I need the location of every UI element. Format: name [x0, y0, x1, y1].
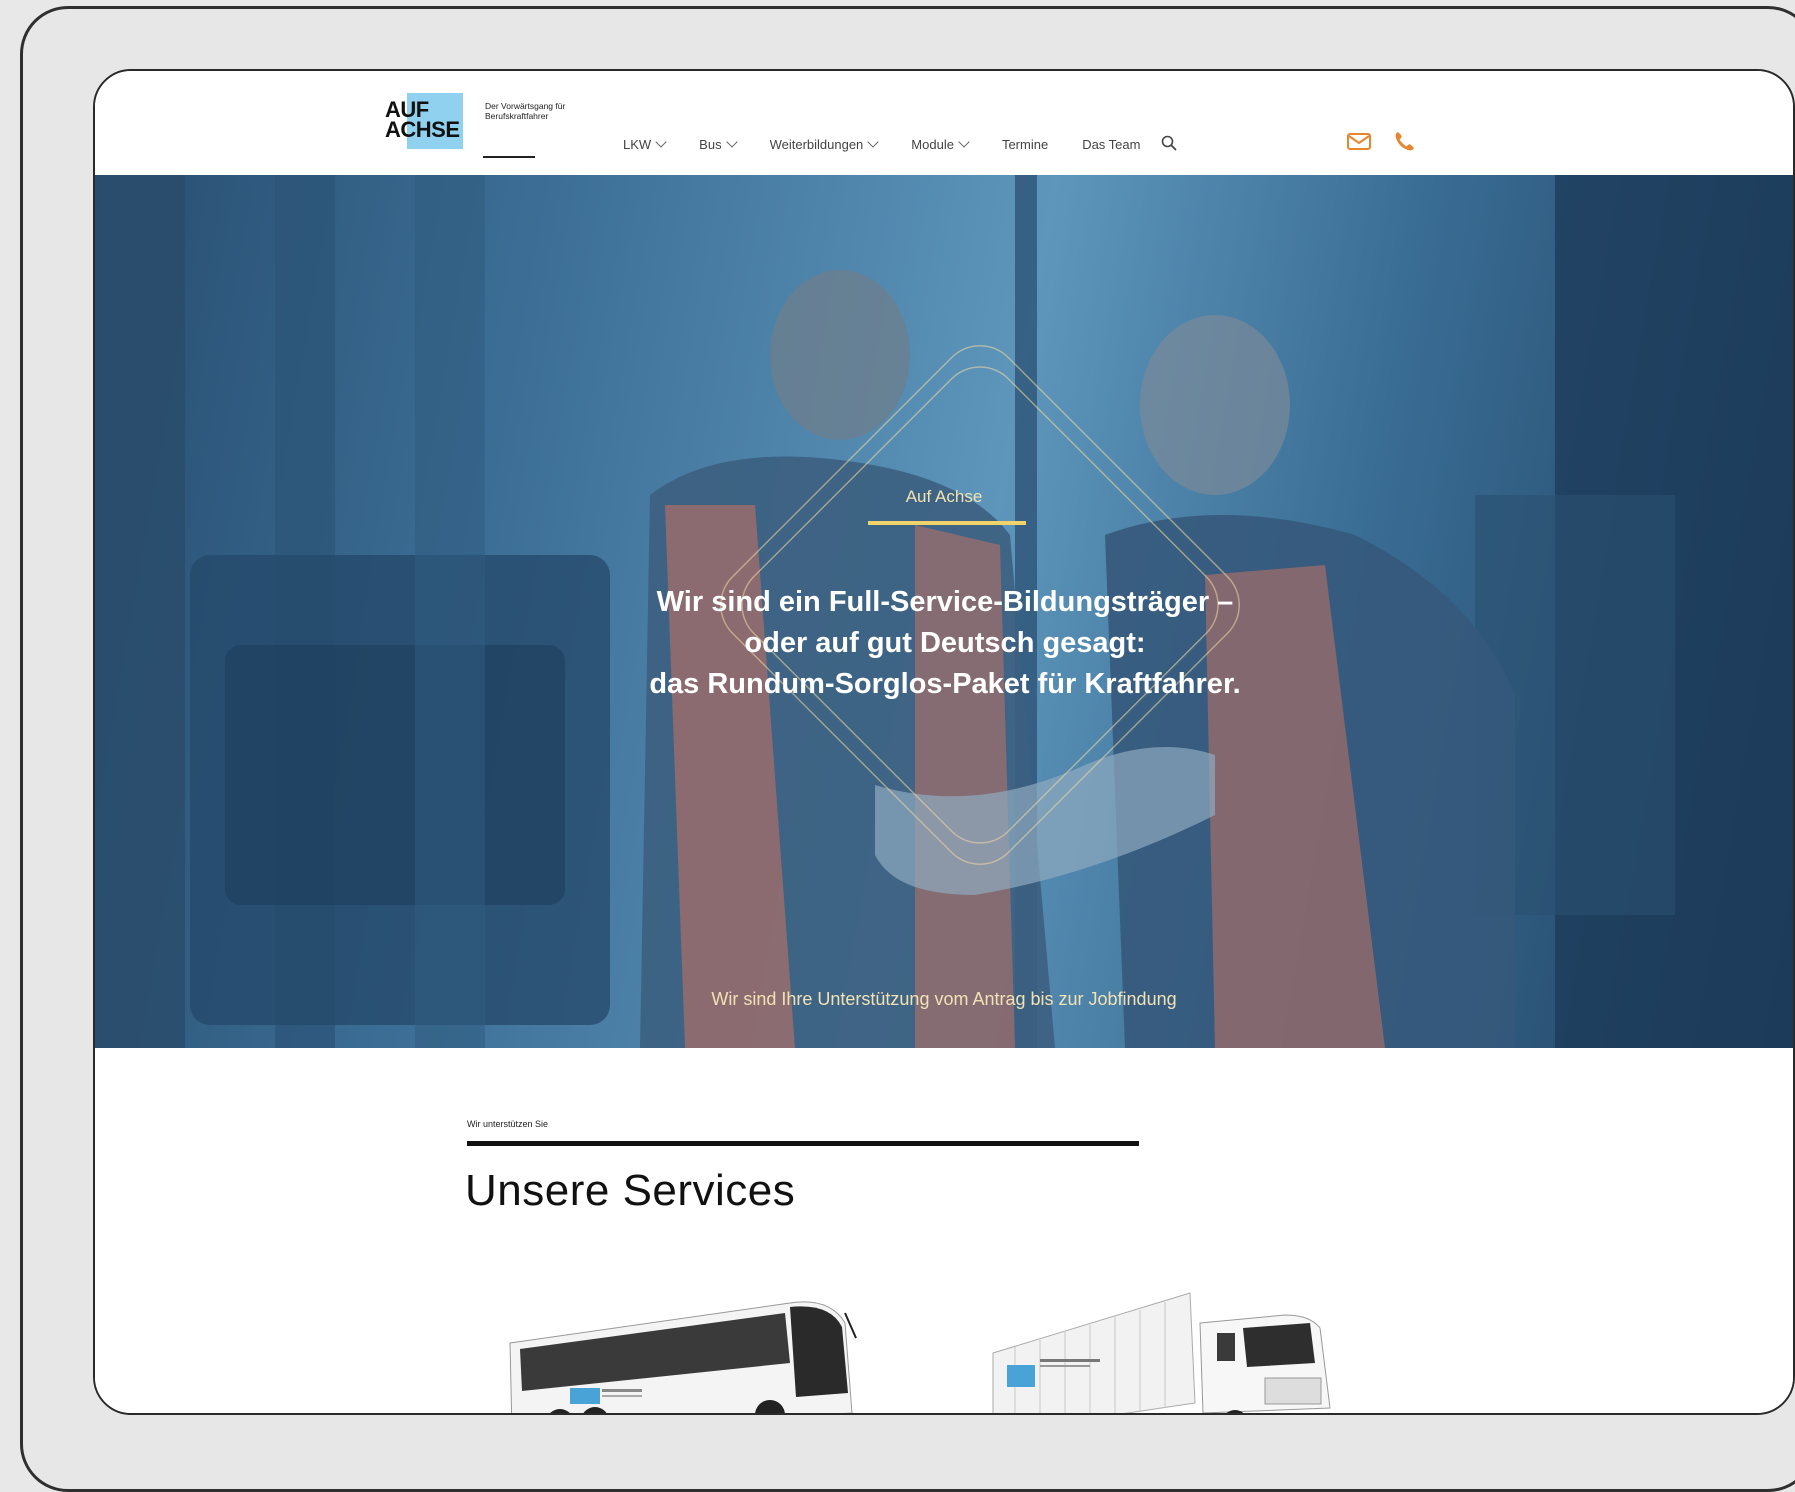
contact-icons	[1345, 127, 1419, 155]
services-title: Unsere Services	[465, 1166, 796, 1215]
services-eyebrow: Wir unterstützen Sie	[467, 1119, 549, 1129]
hero-eyebrow-underline	[868, 521, 1026, 525]
nav-item-label: Das Team	[1082, 136, 1141, 152]
nav-item-termine[interactable]: Termine	[1002, 137, 1048, 152]
nav-item-label: Module	[911, 136, 954, 152]
nav-item-label: Weiterbildungen	[769, 136, 864, 152]
hero-heading-line: Wir sind ein Full-Service-Bildungsträger…	[656, 586, 1234, 618]
nav-item-label: Termine	[1001, 136, 1049, 152]
nav-item-module[interactable]: Module	[911, 136, 970, 152]
truck-image[interactable]	[985, 1283, 1355, 1415]
site-header: AUF ACHSE Der Vorwärtsgang für Berufskra…	[95, 71, 1793, 176]
chevron-down-icon	[655, 136, 667, 148]
logo-tagline: Der Vorwärtsgang für Berufskraftfahrer	[485, 101, 566, 121]
services-section: Wir unterstützen Sie Unsere Services	[95, 1051, 1793, 1415]
hero-heading: Wir sind ein Full-Service-Bildungsträger…	[545, 582, 1345, 705]
chevron-down-icon	[867, 136, 879, 148]
logo-word-achse: ACHSE	[385, 117, 460, 142]
nav-item-label: Bus	[699, 136, 722, 152]
hero-heading-line: das Rundum-Sorglos-Paket für Kraftfahrer…	[649, 668, 1241, 700]
browser-screen: AUF ACHSE Der Vorwärtsgang für Berufskra…	[93, 69, 1795, 1415]
chevron-down-icon	[958, 136, 970, 148]
bus-image[interactable]	[500, 1283, 860, 1415]
search-icon[interactable]	[1160, 134, 1180, 154]
device-frame: AUF ACHSE Der Vorwärtsgang für Berufskra…	[20, 6, 1795, 1492]
hero-content: Auf Achse Wir sind ein Full-Service-Bild…	[95, 175, 1793, 1048]
nav-item-bus[interactable]: Bus	[699, 136, 738, 152]
hero-subtitle: Wir sind Ihre Unterstützung vom Antrag b…	[711, 989, 1177, 1009]
logo-underline	[483, 156, 535, 158]
nav-item-das-team[interactable]: Das Team	[1082, 137, 1140, 152]
main-nav: LKW Bus Weiterbildungen Module Termine D…	[623, 134, 1180, 154]
nav-item-label: LKW	[623, 136, 652, 152]
hero-section: Auf Achse Wir sind ein Full-Service-Bild…	[95, 175, 1793, 1048]
chevron-down-icon	[725, 136, 738, 148]
services-divider	[467, 1141, 1139, 1146]
hero-eyebrow: Auf Achse	[905, 487, 983, 506]
mail-icon[interactable]	[1345, 127, 1373, 155]
nav-item-weiterbildungen[interactable]: Weiterbildungen	[769, 136, 879, 152]
phone-icon[interactable]	[1391, 127, 1419, 155]
hero-heading-line: oder auf gut Deutsch gesagt:	[744, 627, 1146, 659]
nav-item-lkw[interactable]: LKW	[623, 136, 667, 152]
